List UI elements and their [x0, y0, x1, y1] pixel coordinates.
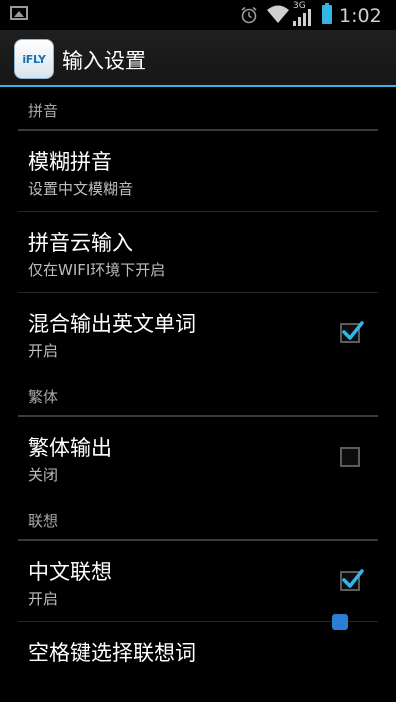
signal-icon [293, 9, 311, 26]
app-logo-icon[interactable]: iFLY [14, 39, 54, 79]
pref-title: 混合输出英文单词 [28, 312, 196, 336]
pref-pinyin-cloud-input[interactable]: 拼音云输入 仅在WIFI环境下开启 [18, 212, 378, 293]
checkmark-icon [342, 321, 364, 340]
watermark-icon [332, 614, 348, 630]
category-traditional: 繁体 [18, 373, 378, 417]
category-label: 拼音 [28, 102, 59, 120]
checkmark-icon [342, 569, 364, 588]
category-label: 繁体 [28, 388, 59, 406]
category-association: 联想 [18, 497, 378, 541]
app-logo-text: iFLY [22, 52, 46, 66]
pref-summary: 开启 [28, 342, 59, 360]
image-icon [10, 6, 28, 20]
page-title: 输入设置 [62, 49, 146, 73]
category-label: 联想 [28, 512, 59, 530]
status-time: 1:02 [339, 5, 382, 27]
pref-summary: 设置中文模糊音 [28, 180, 134, 198]
pref-title: 空格键选择联想词 [28, 641, 196, 665]
pref-title: 繁体输出 [28, 436, 112, 460]
pref-chinese-association[interactable]: 中文联想 开启 [18, 541, 378, 622]
status-bar: 3G 1:02 [0, 0, 396, 30]
pref-summary: 开启 [28, 590, 59, 608]
alarm-icon [241, 6, 257, 24]
pref-space-select-association[interactable]: 空格键选择联想词 [18, 622, 378, 702]
checkbox-traditional-output[interactable] [340, 447, 360, 467]
pref-title: 中文联想 [28, 560, 112, 584]
pref-summary: 关闭 [28, 466, 59, 484]
pref-mixed-english-output[interactable]: 混合输出英文单词 开启 [18, 293, 378, 373]
checkbox-mixed-english[interactable] [340, 321, 364, 343]
watermark-logo [332, 612, 390, 632]
checkbox-chinese-association[interactable] [340, 569, 364, 591]
wifi-icon [267, 5, 289, 23]
action-bar: iFLY 输入设置 [0, 30, 396, 87]
pref-summary: 仅在WIFI环境下开启 [28, 261, 166, 279]
settings-list: 拼音 模糊拼音 设置中文模糊音 拼音云输入 仅在WIFI环境下开启 混合输出英文… [0, 87, 396, 702]
battery-icon [322, 3, 332, 24]
category-pinyin: 拼音 [18, 87, 378, 131]
pref-fuzzy-pinyin[interactable]: 模糊拼音 设置中文模糊音 [18, 131, 378, 212]
pref-traditional-output[interactable]: 繁体输出 关闭 [18, 417, 378, 497]
pref-title: 模糊拼音 [28, 150, 112, 174]
pref-title: 拼音云输入 [28, 231, 133, 255]
